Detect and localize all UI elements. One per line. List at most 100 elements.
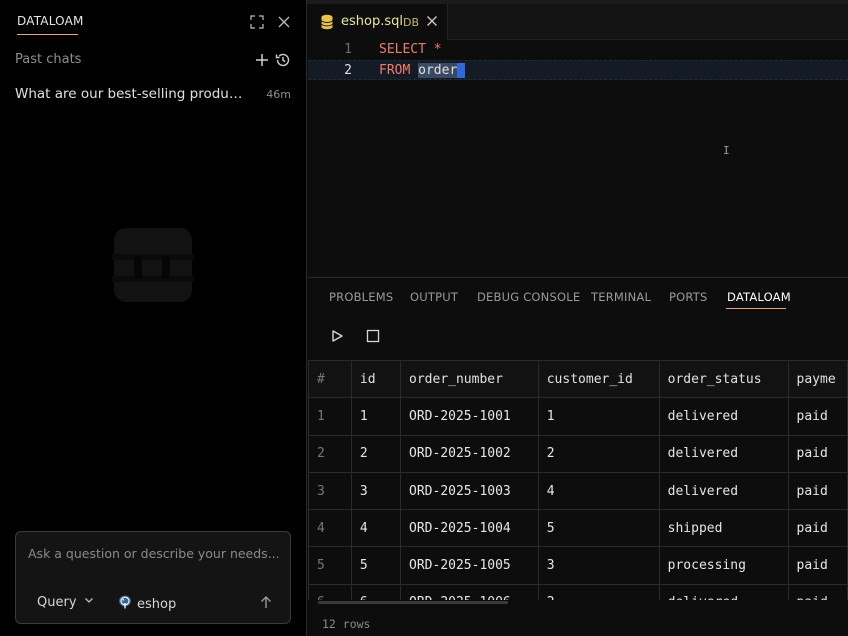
side-tab-active-indicator (17, 34, 78, 35)
table-cell: 5 (537, 509, 660, 548)
table-cell: shipped (658, 509, 789, 548)
editor-line: 1 SELECT * (308, 40, 848, 60)
editor-tab-eshop-sql[interactable]: eshop.sql DB (308, 4, 448, 40)
editor-tab-bar: eshop.sql DB (308, 4, 848, 40)
table-row[interactable]: 3 3 ORD-2025-1003 4 delivered paid (308, 471, 848, 511)
code-text: SELECT * (379, 42, 442, 57)
database-icon (320, 14, 334, 30)
table-cell: delivered (658, 397, 789, 436)
table-cell: paid (787, 397, 848, 436)
table-cell: 3 (537, 546, 660, 585)
text-cursor (457, 63, 466, 78)
table-cell: ORD-2025-1003 (400, 471, 539, 511)
send-arrow-icon[interactable] (258, 594, 274, 610)
table-cell: ORD-2025-1001 (400, 397, 539, 436)
run-query-icon[interactable] (330, 329, 344, 343)
table-cell: 2 (350, 434, 402, 473)
panel-tab-problems[interactable]: PROBLEMS (329, 290, 393, 304)
column-header[interactable]: order_status (658, 360, 789, 399)
mode-dropdown-label: Query (37, 594, 77, 610)
table-cell: 4 (350, 509, 402, 548)
code-text: FROM order (379, 63, 466, 78)
row-count-label: 12 rows (322, 617, 371, 631)
table-cell: 1 (350, 397, 402, 436)
table-cell: ORD-2025-1005 (400, 546, 539, 585)
editor-tab-filename: eshop.sql (341, 14, 403, 29)
row-number: 3 (308, 471, 352, 511)
table-cell: ORD-2025-1004 (400, 509, 539, 548)
column-header[interactable]: payme (787, 360, 848, 399)
horizontal-scrollbar[interactable] (318, 601, 508, 604)
table-cell: paid (787, 546, 848, 585)
table-cell: 4 (537, 471, 660, 511)
table-row[interactable]: 1 1 ORD-2025-1001 1 delivered paid (308, 397, 848, 436)
table-cell: 3 (350, 471, 402, 511)
table-cell: 2 (537, 583, 660, 600)
panel-tab-debug-console[interactable]: DEBUG CONSOLE (477, 290, 580, 304)
table-cell: paid (787, 509, 848, 548)
table-header-row: # id order_number customer_id order_stat… (308, 360, 848, 399)
stop-query-icon[interactable] (366, 329, 380, 343)
database-name: eshop (137, 596, 177, 612)
past-chats-label: Past chats (15, 52, 82, 67)
column-header[interactable]: id (350, 360, 402, 399)
table-cell: 1 (537, 397, 660, 436)
table-cell: processing (658, 546, 789, 585)
panel-tab-terminal[interactable]: TERMINAL (591, 290, 651, 304)
table-cell: paid (787, 583, 848, 600)
row-number: 5 (308, 546, 352, 585)
editor-line-current: 2 FROM order (308, 60, 848, 80)
panel-tab-ports[interactable]: PORTS (669, 290, 707, 304)
chat-composer: Query eshop (15, 531, 291, 624)
dataloam-logo-watermark-icon (112, 224, 194, 306)
sql-editor[interactable]: 1 SELECT * 2 FROM order I (308, 40, 848, 277)
mouse-ibeam-icon: I (723, 144, 730, 157)
close-tab-icon[interactable] (425, 14, 439, 28)
column-header[interactable]: order_number (400, 360, 539, 399)
history-icon[interactable] (274, 51, 292, 69)
sql-keyword: SELECT (379, 42, 426, 57)
column-header[interactable]: # (308, 360, 352, 399)
table-cell: paid (787, 434, 848, 473)
column-header[interactable]: customer_id (537, 360, 660, 399)
row-number: 4 (308, 509, 352, 548)
table-cell: 6 (350, 583, 402, 600)
chat-history-item[interactable]: What are our best-selling products b... … (0, 82, 307, 108)
close-icon[interactable] (276, 14, 292, 30)
side-panel-header: DATALOAM (0, 4, 307, 40)
row-number: 6 (308, 583, 352, 600)
selected-text: order (418, 63, 458, 78)
new-chat-icon[interactable] (253, 51, 271, 69)
chat-title: What are our best-selling products b... (15, 86, 247, 102)
results-grid[interactable]: # id order_number customer_id order_stat… (308, 360, 848, 600)
row-number: 2 (308, 434, 352, 473)
ask-question-input[interactable] (28, 542, 278, 564)
mode-dropdown[interactable]: Query (37, 594, 95, 610)
table-cell: 5 (350, 546, 402, 585)
table-cell: ORD-2025-1002 (400, 434, 539, 473)
postgres-elephant-icon (117, 594, 133, 614)
panel-tab-bar: PROBLEMS OUTPUT DEBUG CONSOLE TERMINAL P… (308, 278, 848, 314)
dataloam-side-panel: DATALOAM Past chats What are our best-se… (0, 0, 307, 636)
panel-tab-active-indicator (726, 308, 786, 309)
panel-tab-output[interactable]: OUTPUT (410, 290, 458, 304)
database-selector[interactable]: eshop (117, 594, 176, 614)
table-cell: delivered (658, 471, 789, 511)
results-table: # id order_number customer_id order_stat… (308, 360, 848, 600)
chat-timestamp: 46m (266, 88, 291, 101)
table-row[interactable]: 6 6 ORD-2025-1006 2 delivered paid (308, 583, 848, 600)
chevron-down-icon (83, 594, 95, 610)
code-token: * (425, 42, 442, 57)
panel-tab-dataloam[interactable]: DATALOAM (727, 290, 791, 304)
table-row[interactable]: 5 5 ORD-2025-1005 3 processing paid (308, 546, 848, 585)
table-row[interactable]: 4 4 ORD-2025-1004 5 shipped paid (308, 509, 848, 548)
maximize-icon[interactable] (249, 14, 265, 30)
table-cell: ORD-2025-1006 (400, 583, 539, 600)
table-cell: delivered (658, 434, 789, 473)
table-cell: delivered (658, 583, 789, 600)
line-number: 1 (344, 42, 352, 57)
side-panel-tab-dataloam[interactable]: DATALOAM (17, 14, 84, 28)
bottom-panel: PROBLEMS OUTPUT DEBUG CONSOLE TERMINAL P… (308, 277, 848, 636)
editor-tab-badge: DB (403, 16, 420, 29)
table-row[interactable]: 2 2 ORD-2025-1002 2 delivered paid (308, 434, 848, 473)
